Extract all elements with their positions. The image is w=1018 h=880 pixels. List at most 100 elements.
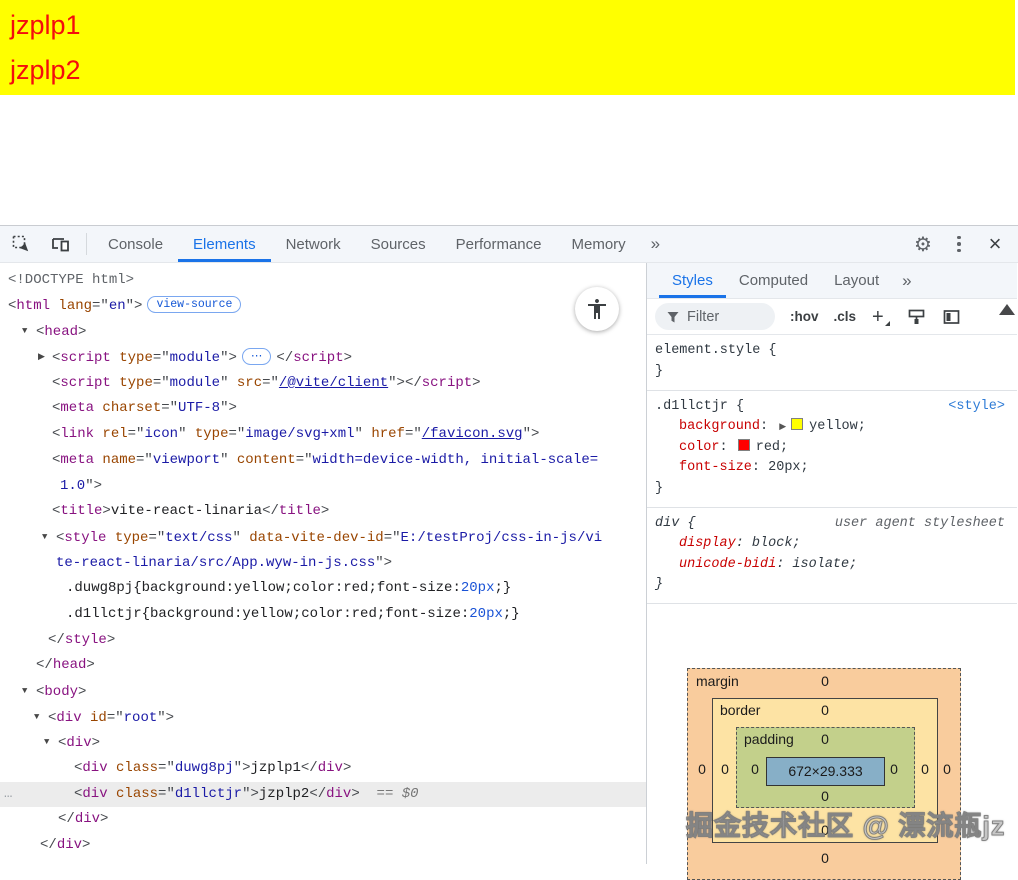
padding-bottom-value[interactable]: 0 <box>814 788 836 804</box>
code-line[interactable]: ▼<body> <box>0 679 646 705</box>
code-line[interactable]: div {user agent stylesheet <box>655 514 1009 535</box>
toggle-class-button[interactable]: .cls <box>834 309 857 324</box>
inspect-element-icon[interactable] <box>8 231 34 257</box>
code-line[interactable]: element.style { <box>655 341 1009 362</box>
padding-left-value[interactable]: 0 <box>744 761 766 777</box>
margin-top-value[interactable]: 0 <box>814 673 836 689</box>
token: <!DOCTYPE html> <box>8 272 134 288</box>
token: div <box>75 811 100 827</box>
code-line[interactable]: </style> <box>0 628 646 654</box>
code-line[interactable]: <script type="module" src="/@vite/client… <box>0 371 646 397</box>
code-line[interactable]: background: ▶yellow; <box>655 417 1009 438</box>
code-line[interactable]: font-size: 20px; <box>655 458 1009 479</box>
token: vite-react-linaria <box>111 503 262 519</box>
code-line[interactable]: .d1llctjr {<style> <box>655 397 1009 418</box>
tab-sources[interactable]: Sources <box>356 226 441 262</box>
code-line[interactable]: </div> <box>0 807 646 833</box>
code-line[interactable]: <div class="duwg8pj">jzplp1</div> <box>0 756 646 782</box>
token: </ <box>48 632 65 648</box>
collapse-arrow-icon[interactable]: ▼ <box>42 525 56 551</box>
token: =" <box>405 426 422 442</box>
scrollbar-up-arrow[interactable] <box>999 304 1015 315</box>
rule-d1llctjr[interactable]: .d1llctjr {<style>background: ▶yellow;co… <box>647 391 1017 508</box>
rendered-page-banner: jzplp1 jzplp2 <box>0 0 1015 95</box>
resource-link[interactable]: /@vite/client <box>279 375 388 391</box>
expand-arrow-icon[interactable]: ▶ <box>38 345 52 371</box>
sidebar-more-tabs-icon[interactable]: » <box>892 263 921 298</box>
code-line[interactable]: display: block; <box>655 534 1009 555</box>
color-swatch[interactable] <box>791 418 803 430</box>
border-right-value[interactable]: 0 <box>914 761 936 777</box>
code-line[interactable]: <!DOCTYPE html> <box>0 268 646 294</box>
device-toolbar-icon[interactable] <box>48 231 74 257</box>
token: =" <box>148 530 165 546</box>
code-line[interactable]: </head> <box>0 653 646 679</box>
code-line[interactable]: ▼<div id="root"> <box>0 705 646 731</box>
styles-filter-input[interactable]: Filter <box>655 303 775 330</box>
token: link <box>60 426 94 442</box>
color-swatch[interactable] <box>738 439 750 451</box>
tree-line-selected[interactable]: …<div class="d1llctjr">jzplp2</div> == $… <box>0 782 646 808</box>
view-source-badge[interactable]: view-source <box>147 296 241 313</box>
collapse-arrow-icon[interactable]: ▼ <box>44 730 58 756</box>
code-line[interactable]: } <box>655 362 1009 383</box>
margin-left-value[interactable]: 0 <box>691 761 713 777</box>
customize-menu-icon[interactable] <box>946 231 972 257</box>
border-left-value[interactable]: 0 <box>714 761 736 777</box>
close-devtools-icon[interactable]: × <box>982 231 1008 257</box>
margin-right-value[interactable]: 0 <box>936 761 958 777</box>
rule-element-style[interactable]: element.style {} <box>647 335 1017 390</box>
code-line[interactable]: } <box>655 479 1009 500</box>
code-line[interactable]: ▼<style type="text/css" data-vite-dev-id… <box>0 525 646 551</box>
code-line[interactable]: 1.0"> <box>0 474 646 500</box>
box-model-diagram[interactable]: 672×29.333 margin border padding 0 0 0 0… <box>687 668 961 880</box>
code-line[interactable]: te-react-linaria/src/App.wyw-in-js.css"> <box>0 551 646 577</box>
more-actions-icon[interactable]: … <box>4 782 13 808</box>
new-style-rule-button[interactable]: + <box>872 308 890 326</box>
code-line[interactable]: ▼<div> <box>0 730 646 756</box>
code-line[interactable]: <meta name="viewport" content="width=dev… <box>0 448 646 474</box>
code-line[interactable]: <html lang="en">view-source <box>0 294 646 320</box>
toggle-hover-state-button[interactable]: :hov <box>790 309 819 324</box>
inline-script-ellipsis-badge[interactable]: ⋯ <box>242 348 272 365</box>
tab-computed[interactable]: Computed <box>726 263 821 298</box>
token: div <box>326 786 351 802</box>
border-top-value[interactable]: 0 <box>814 702 836 718</box>
code-line[interactable]: <meta charset="UTF-8"> <box>0 396 646 422</box>
code-line[interactable]: } <box>655 575 1009 596</box>
code-line[interactable]: ▶<script type="module">⋯</script> <box>0 345 646 371</box>
code-line[interactable]: <title>vite-react-linaria</title> <box>0 499 646 525</box>
padding-right-value[interactable]: 0 <box>883 761 905 777</box>
tab-styles[interactable]: Styles <box>659 263 726 298</box>
token: 20px <box>469 606 503 622</box>
tab-elements[interactable]: Elements <box>178 226 271 262</box>
computed-panel-toggle-icon[interactable] <box>943 309 960 325</box>
code-line[interactable]: .duwg8pj{background:yellow;color:red;fon… <box>0 576 646 602</box>
code-line[interactable]: </div> <box>0 833 646 859</box>
collapse-arrow-icon[interactable]: ▼ <box>22 679 36 705</box>
tab-network[interactable]: Network <box>271 226 356 262</box>
code-line[interactable]: <link rel="icon" type="image/svg+xml" hr… <box>0 422 646 448</box>
token: > <box>86 657 94 673</box>
code-line[interactable]: ▼<head> <box>0 319 646 345</box>
settings-gear-icon[interactable]: ⚙ <box>910 231 936 257</box>
token: type <box>195 426 229 442</box>
rule-source-link[interactable]: <style> <box>948 397 1005 418</box>
tab-layout[interactable]: Layout <box>821 263 892 298</box>
tab-performance[interactable]: Performance <box>441 226 557 262</box>
toolbar-divider <box>86 233 87 255</box>
rendering-emulation-icon[interactable] <box>908 309 925 325</box>
code-line[interactable]: unicode-bidi: isolate; <box>655 555 1009 576</box>
box-model-content-box[interactable]: 672×29.333 <box>766 757 885 786</box>
padding-top-value[interactable]: 0 <box>814 731 836 747</box>
elements-tree-panel[interactable]: <!DOCTYPE html> <html lang="en">view-sour… <box>0 263 647 864</box>
code-line[interactable]: color: red; <box>655 438 1009 459</box>
collapse-arrow-icon[interactable]: ▼ <box>22 319 36 345</box>
collapse-arrow-icon[interactable]: ▼ <box>34 705 48 731</box>
accessibility-overlay-button[interactable] <box>575 287 619 331</box>
resource-link[interactable]: /favicon.svg <box>422 426 523 442</box>
tab-console[interactable]: Console <box>93 226 178 262</box>
more-tabs-icon[interactable]: » <box>641 226 670 262</box>
tab-memory[interactable]: Memory <box>557 226 641 262</box>
code-line[interactable]: .d1llctjr{background:yellow;color:red;fo… <box>0 602 646 628</box>
